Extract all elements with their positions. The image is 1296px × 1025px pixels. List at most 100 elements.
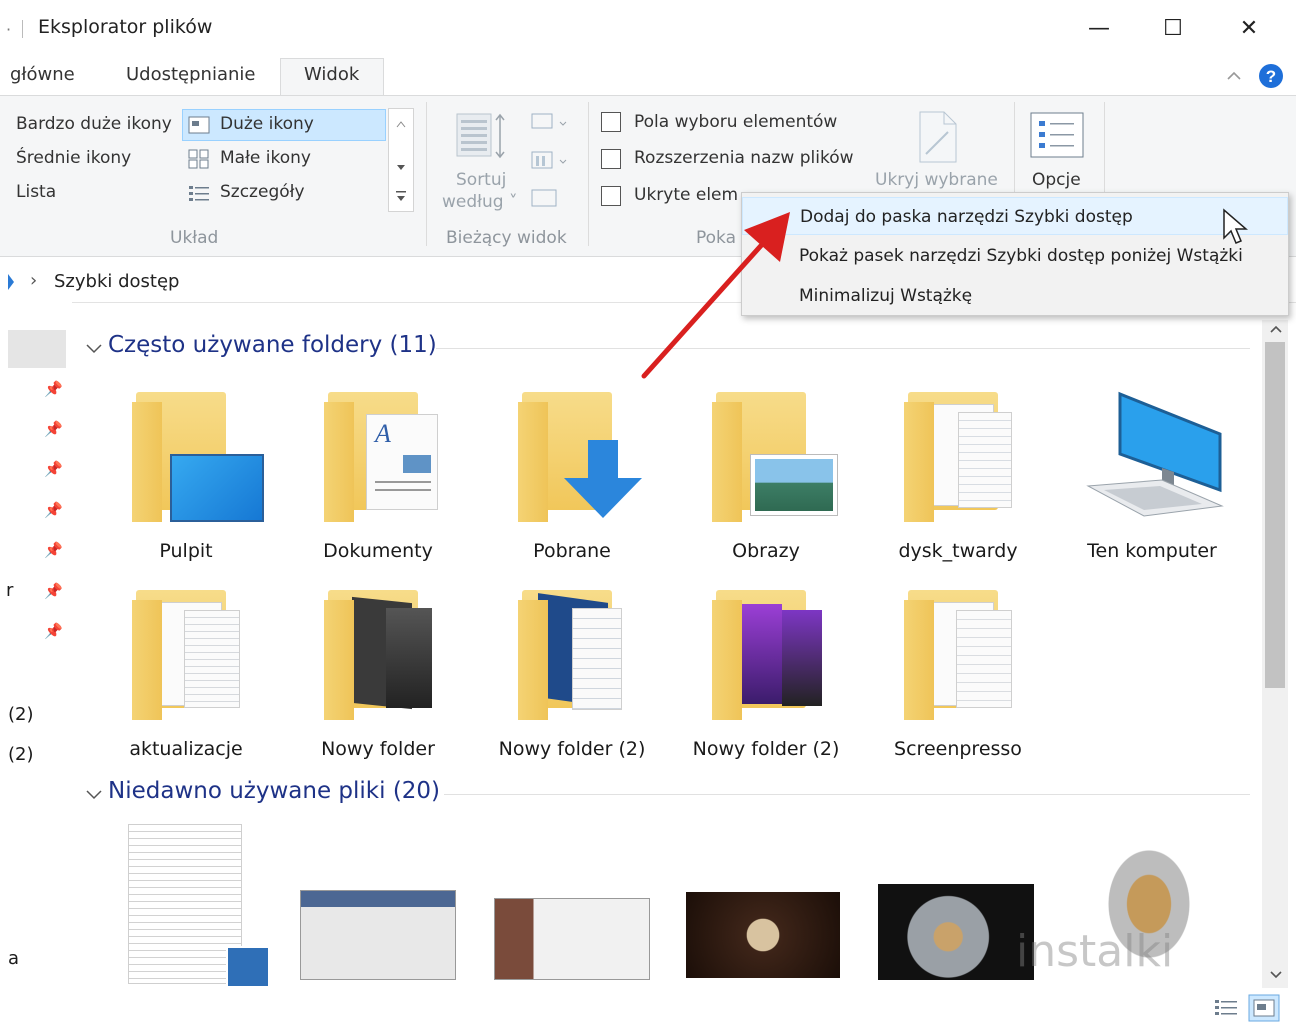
- this-pc-icon[interactable]: [1082, 390, 1224, 522]
- scrollbar-thumb[interactable]: [1265, 342, 1285, 688]
- item-label: Nowy folder: [321, 738, 435, 760]
- nav-item-fragment[interactable]: a: [8, 948, 19, 969]
- item-label: Screenpresso: [894, 738, 1022, 760]
- scroll-down-icon[interactable]: [1269, 970, 1283, 980]
- hidden-items-checkbox[interactable]: [601, 186, 621, 206]
- hide-selected-icon[interactable]: [912, 110, 962, 164]
- item-label: dysk_twardy: [898, 540, 1018, 562]
- menu-item-label: Pokaż pasek narzędzi Szybki dostęp poniż…: [799, 246, 1243, 266]
- small-icons-icon: [188, 149, 209, 169]
- item-label: Nowy folder (2): [498, 738, 646, 760]
- breadcrumb-chevron: ›: [30, 270, 38, 291]
- maximize-button[interactable]: ☐: [1150, 10, 1196, 46]
- hide-selected-label[interactable]: Ukryj wybrane: [875, 170, 998, 190]
- folder-documents[interactable]: A: [322, 392, 462, 532]
- folder-desktop[interactable]: [130, 392, 270, 532]
- picture-icon: [750, 454, 838, 516]
- layout-large-icons[interactable]: Duże ikony: [220, 114, 314, 134]
- folder-nowy-folder-2b[interactable]: [710, 590, 850, 730]
- ribbon-tabs: główne Udostępnianie Widok ?: [0, 58, 1296, 98]
- folder-downloads[interactable]: [516, 392, 656, 532]
- folder-nowy-folder[interactable]: [322, 590, 462, 730]
- file-extensions-label[interactable]: Rozszerzenia nazw plików: [634, 148, 854, 168]
- annotation-arrow-icon: [641, 212, 790, 379]
- collapse-ribbon-icon[interactable]: [1226, 70, 1242, 82]
- options-icon[interactable]: [1030, 112, 1084, 158]
- pin-icon: 📌: [44, 460, 63, 478]
- item-label: Ten komputer: [1087, 540, 1217, 562]
- vertical-scrollbar[interactable]: [1262, 320, 1288, 988]
- pin-icon: 📌: [44, 582, 63, 600]
- item-label: Nowy folder (2): [692, 738, 840, 760]
- layout-small-icons[interactable]: Małe ikony: [220, 148, 311, 168]
- item-checkboxes-label[interactable]: Pola wyboru elementów: [634, 112, 837, 132]
- folder-icon: [132, 600, 162, 720]
- recent-file-photo-1[interactable]: [686, 892, 840, 978]
- watermark-text: instalki: [1016, 926, 1174, 977]
- menu-item-show-toolbar-below-ribbon[interactable]: Pokaż pasek narzędzi Szybki dostęp poniż…: [742, 237, 1288, 275]
- sort-by-line1[interactable]: Sortuj: [456, 170, 506, 190]
- view-columns-icons[interactable]: [528, 110, 574, 214]
- svg-text:?: ?: [1266, 67, 1276, 86]
- details-view-icon[interactable]: [1212, 996, 1240, 1020]
- item-label: Pulpit: [159, 540, 213, 562]
- menu-item-add-to-quick-access-toolbar[interactable]: Dodaj do paska narzędzi Szybki dostęp: [742, 197, 1288, 235]
- large-icons-icon: [188, 116, 210, 134]
- recent-file-screenshot-1[interactable]: [300, 890, 456, 980]
- item-label: Dokumenty: [323, 540, 433, 562]
- file-extensions-checkbox[interactable]: [601, 149, 621, 169]
- tab-share[interactable]: Udostępnianie: [126, 64, 255, 85]
- document-preview-icon: [958, 412, 1012, 508]
- recent-file-document[interactable]: [128, 824, 242, 984]
- status-bar: [0, 992, 1296, 1025]
- menu-item-minimize-ribbon[interactable]: Minimalizuj Wstążkę: [742, 277, 1288, 315]
- folder-aktualizacje[interactable]: [130, 590, 270, 730]
- pin-icon: 📌: [44, 380, 63, 398]
- recent-file-screenshot-2[interactable]: [494, 898, 650, 980]
- layout-details[interactable]: Szczegóły: [220, 182, 305, 202]
- sort-by-line2[interactable]: według ˅: [442, 192, 517, 212]
- menu-item-label: Minimalizuj Wstążkę: [799, 286, 973, 306]
- close-button[interactable]: ✕: [1226, 10, 1272, 46]
- frequent-folders-heading[interactable]: Często używane foldery (11): [108, 332, 437, 358]
- quick-access-star-icon: [8, 274, 14, 290]
- scroll-up-icon[interactable]: [1269, 324, 1283, 334]
- nav-selected-item[interactable]: [8, 330, 66, 368]
- folder-icon: [904, 600, 934, 720]
- folder-pictures[interactable]: [710, 392, 850, 532]
- options-label[interactable]: Opcje: [1032, 170, 1081, 190]
- nav-item-fragment[interactable]: r: [6, 580, 13, 601]
- details-icon: [189, 186, 209, 201]
- folder-nowy-folder-2a[interactable]: [516, 590, 656, 730]
- quick-access-toolbar-fragment[interactable]: ·: [6, 20, 11, 39]
- folder-screenpresso[interactable]: [902, 590, 1042, 730]
- folder-dysk-twardy[interactable]: [902, 392, 1042, 532]
- nav-item-fragment[interactable]: (2): [8, 704, 34, 725]
- photo-preview-icon: [740, 604, 782, 704]
- layout-extra-large-icons[interactable]: Bardzo duże ikony: [16, 114, 172, 134]
- tab-view[interactable]: Widok: [304, 64, 359, 85]
- tab-home[interactable]: główne: [10, 64, 75, 85]
- large-icons-view-icon[interactable]: [1248, 994, 1280, 1022]
- folder-icon: [518, 402, 548, 522]
- chevron-down-icon[interactable]: [84, 338, 104, 358]
- nav-item-fragment[interactable]: (2): [8, 744, 34, 765]
- minimize-button[interactable]: —: [1076, 10, 1122, 46]
- document-preview-icon: [184, 610, 240, 708]
- folder-icon: [712, 600, 742, 720]
- item-checkboxes-checkbox[interactable]: [601, 112, 621, 132]
- layout-list[interactable]: Lista: [16, 182, 56, 202]
- screen-preview-icon: [572, 608, 622, 710]
- group-label-current-view: Bieżący widok: [446, 228, 567, 248]
- help-icon[interactable]: ?: [1258, 63, 1284, 89]
- breadcrumb-quick-access[interactable]: Szybki dostęp: [54, 271, 179, 292]
- chevron-down-icon[interactable]: [84, 784, 104, 804]
- layout-gallery-scroller[interactable]: [388, 108, 414, 212]
- layout-medium-icons[interactable]: Średnie ikony: [16, 148, 131, 168]
- sort-by-icon[interactable]: [456, 112, 508, 160]
- folder-icon: [132, 402, 162, 522]
- recent-file-photo-2[interactable]: [878, 884, 1034, 980]
- recent-files-heading[interactable]: Niedawno używane pliki (20): [108, 778, 440, 804]
- title-separator: [22, 20, 23, 38]
- document-app-icon: [226, 946, 270, 988]
